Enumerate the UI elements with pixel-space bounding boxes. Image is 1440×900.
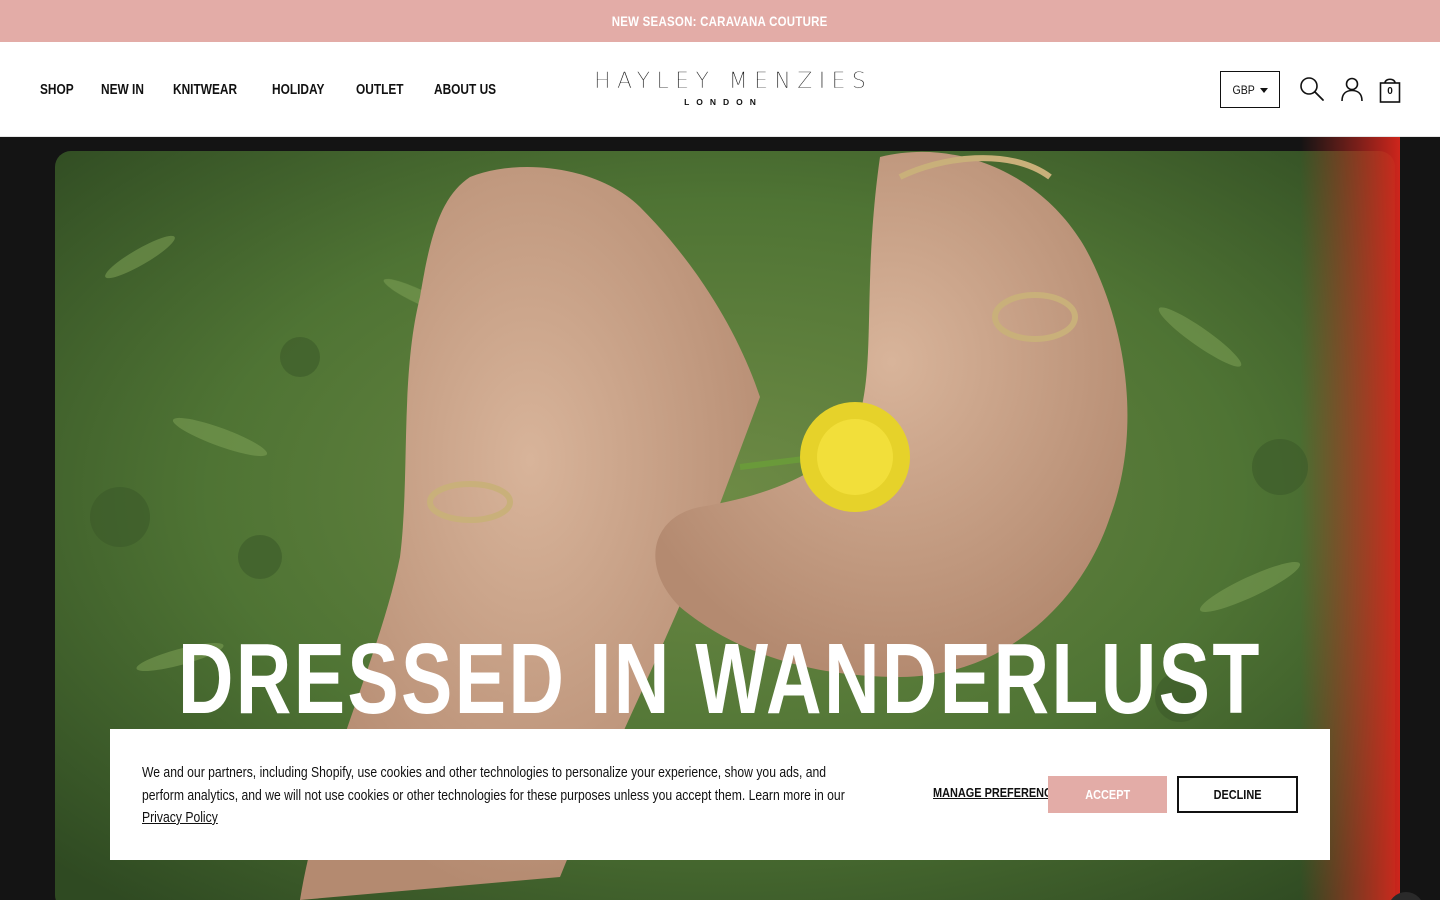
manage-preferences-link[interactable]: MANAGE PREFERENCES [933, 785, 1066, 800]
account-icon [1341, 77, 1363, 102]
currency-selector[interactable]: GBP [1220, 71, 1280, 108]
nav-item-holiday[interactable]: HOLIDAY [272, 82, 324, 98]
logo-name: HAYLEY MENZIES [594, 69, 873, 94]
cookie-banner: We and our partners, including Shopify, … [110, 729, 1330, 860]
cart-count: 0 [1387, 86, 1393, 97]
accept-label: ACCEPT [1085, 787, 1130, 802]
nav-item-shop[interactable]: SHOP [40, 82, 74, 98]
logo-city: LONDON [684, 97, 763, 107]
decline-label: DECLINE [1213, 787, 1262, 802]
decline-button[interactable]: DECLINE [1177, 776, 1298, 813]
cookie-message: We and our partners, including Shopify, … [142, 765, 845, 804]
cart-button[interactable]: 0 [1376, 75, 1404, 103]
hero-headline-wrap: DRESSED IN WANDERLUST [0, 624, 1440, 734]
nav-item-knitwear[interactable]: KNITWEAR [173, 82, 237, 98]
site-logo[interactable]: HAYLEY MENZIES LONDON [594, 69, 873, 107]
nav-item-about-us[interactable]: ABOUT US [434, 82, 496, 98]
announcement-link[interactable]: NEW SEASON: CARAVANA COUTURE [612, 13, 828, 29]
accept-button[interactable]: ACCEPT [1048, 776, 1167, 813]
account-button[interactable] [1338, 75, 1366, 103]
search-button[interactable] [1298, 75, 1326, 103]
announcement-bar: NEW SEASON: CARAVANA COUTURE [0, 0, 1440, 42]
search-icon [1300, 77, 1324, 101]
main-nav: SHOP NEW IN KNITWEAR HOLIDAY OUTLET ABOU… [40, 42, 529, 137]
site-header: SHOP NEW IN KNITWEAR HOLIDAY OUTLET ABOU… [0, 42, 1440, 137]
hero-headline: DRESSED IN WANDERLUST [178, 623, 1262, 735]
currency-value: GBP [1232, 82, 1255, 97]
cookie-text-block: We and our partners, including Shopify, … [142, 762, 862, 830]
nav-item-new-in[interactable]: NEW IN [101, 82, 144, 98]
nav-item-outlet[interactable]: OUTLET [356, 82, 404, 98]
caret-down-icon [1260, 88, 1268, 93]
privacy-policy-link[interactable]: Privacy Policy [142, 810, 218, 826]
